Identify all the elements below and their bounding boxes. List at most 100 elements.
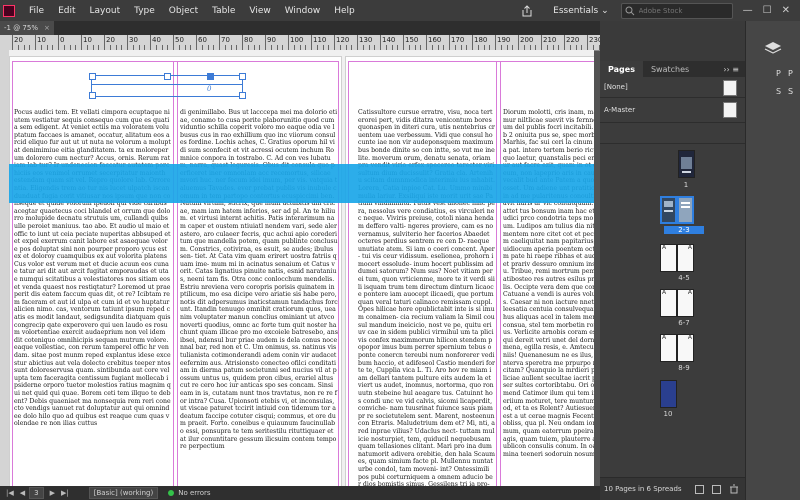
- menu-table[interactable]: Table: [212, 6, 235, 16]
- frame-handle[interactable]: [89, 92, 96, 99]
- first-page-button[interactable]: |◀: [6, 489, 14, 497]
- page-count-label: 10 Pages in 6 Spreads: [604, 485, 682, 493]
- preflight-profile[interactable]: [Basic] (working): [88, 487, 159, 499]
- menu-view[interactable]: View: [249, 6, 270, 16]
- ruler-tick: [35, 35, 36, 50]
- ruler-label: 10: [83, 36, 92, 44]
- cover-art-icon: [679, 151, 694, 177]
- ruler-tick: [104, 35, 105, 50]
- ruler-label: 90: [267, 36, 276, 44]
- pasteboard[interactable]: Pocus audici tem. Et vellati cimpora ecu…: [9, 50, 594, 486]
- frame-anchor-handle[interactable]: [207, 73, 214, 80]
- prev-page-button[interactable]: ◀: [20, 489, 25, 497]
- ruler-tick: [311, 35, 312, 50]
- menu-edit[interactable]: Edit: [58, 6, 75, 16]
- frame-handle[interactable]: [164, 73, 171, 80]
- frame-handle[interactable]: [89, 73, 96, 80]
- panel-label-p[interactable]: P: [788, 69, 793, 78]
- new-page-icon[interactable]: [712, 484, 721, 494]
- master-a-thumbnail[interactable]: [723, 102, 737, 118]
- selected-highlight-band[interactable]: [9, 164, 594, 203]
- master-a-mark: A: [687, 289, 692, 296]
- close-window-button[interactable]: ✕: [782, 5, 790, 16]
- frame-handle[interactable]: [239, 73, 246, 80]
- panel-label-s[interactable]: S: [788, 87, 793, 96]
- page-thumbnail-1[interactable]: [678, 150, 695, 178]
- ruler-label: 170: [451, 36, 465, 44]
- ruler-label: 50: [175, 36, 184, 44]
- ruler-tick: [12, 35, 13, 50]
- adobe-stock-search: [620, 2, 733, 19]
- page-number-field[interactable]: 3: [29, 487, 44, 499]
- page-thumbnail-9[interactable]: A: [677, 334, 694, 362]
- page-thumbnail-4[interactable]: A: [660, 244, 677, 272]
- page-2[interactable]: Pocus audici tem. Et vellati cimpora ecu…: [9, 56, 342, 486]
- menu-file[interactable]: File: [29, 6, 44, 16]
- spread-label-2-3: 2-3: [664, 226, 704, 234]
- spread-art-icon: [662, 198, 675, 222]
- menu-layout[interactable]: Layout: [90, 6, 121, 16]
- tab-swatches[interactable]: Swatches: [643, 61, 697, 77]
- indesign-app-icon[interactable]: [3, 4, 15, 17]
- preflight-ok-icon: [168, 490, 175, 496]
- workspace-label: Essentials: [553, 5, 599, 16]
- search-input[interactable]: [634, 4, 729, 17]
- trash-icon[interactable]: [729, 484, 739, 494]
- share-icon[interactable]: [521, 4, 533, 17]
- properties-icon[interactable]: P: [776, 69, 781, 78]
- master-a-mark: A: [662, 244, 667, 251]
- tab-pages[interactable]: Pages: [600, 61, 643, 77]
- page-thumbnail-5[interactable]: A: [677, 244, 694, 272]
- next-page-button[interactable]: ▶: [50, 489, 55, 497]
- status-bar: |◀ ◀ 3 ▶ ▶| [Basic] (working) No errors: [0, 486, 600, 500]
- ruler-label: 150: [405, 36, 419, 44]
- document-tab-title: -1 @ 75%: [4, 24, 38, 32]
- ruler-tick: [541, 35, 542, 50]
- master-none-thumbnail[interactable]: [723, 80, 737, 96]
- page-thumbnail-7[interactable]: A: [677, 289, 694, 317]
- selected-text-frame[interactable]: 0: [89, 73, 246, 99]
- master-a-mark: A: [662, 289, 667, 296]
- ruler-label: 70: [221, 36, 230, 44]
- master-a[interactable]: A-Master: [600, 98, 745, 123]
- menu-window[interactable]: Window: [285, 6, 321, 16]
- ruler-tick: [426, 35, 427, 50]
- document-tab-bar: -1 @ 75% ×: [0, 21, 600, 35]
- pages-panel-tabs: Pages Swatches ›› ≡: [600, 61, 745, 77]
- menu-help[interactable]: Help: [334, 6, 355, 16]
- menu-type[interactable]: Type: [134, 6, 155, 16]
- ruler-tick: [81, 35, 82, 50]
- menu-object[interactable]: Object: [169, 6, 198, 16]
- spread-label-10: 10: [663, 410, 673, 418]
- edit-page-size-icon[interactable]: [695, 484, 704, 494]
- spread-label-4-5: 4-5: [678, 274, 690, 282]
- document-tab[interactable]: -1 @ 75% ×: [0, 21, 54, 35]
- page-thumbnail-2[interactable]: [660, 196, 677, 224]
- minimize-button[interactable]: —: [743, 5, 753, 16]
- master-none[interactable]: [None]: [600, 77, 745, 98]
- page-thumbnail-3[interactable]: [677, 196, 694, 224]
- ruler-tick: [242, 35, 243, 50]
- frame-handle[interactable]: [239, 92, 246, 99]
- panel-menu-icon[interactable]: ›› ≡: [723, 65, 739, 74]
- master-a-mark: A: [687, 334, 692, 341]
- layers-icon[interactable]: [764, 41, 782, 55]
- page-thumbnail-8[interactable]: A: [660, 334, 677, 362]
- swatches-dock-icon[interactable]: S: [776, 87, 781, 96]
- ruler-label: 110: [313, 36, 327, 44]
- page-thumbnail-6[interactable]: A: [660, 289, 677, 317]
- maximize-button[interactable]: ☐: [763, 5, 772, 16]
- page-3[interactable]: Catissultore cursue erratre, visu, noca …: [345, 56, 594, 486]
- ruler-tick: [265, 35, 266, 50]
- ruler-label: 190: [497, 36, 511, 44]
- chevron-down-icon: ⌄: [601, 5, 609, 16]
- ruler-label: 180: [474, 36, 488, 44]
- preflight-status[interactable]: No errors: [178, 489, 210, 497]
- last-page-button[interactable]: ▶|: [61, 489, 69, 497]
- page-thumbnail-10[interactable]: [660, 380, 677, 408]
- workspace-switcher[interactable]: Essentials ⌄: [553, 6, 608, 16]
- frame-marker-label: 0: [207, 85, 212, 93]
- ruler-label: 40: [152, 36, 161, 44]
- close-tab-icon[interactable]: ×: [44, 24, 50, 32]
- horizontal-ruler[interactable]: 20 10 0 10 20 30 40 50 60 70 80 90 100 110 120 130 140 15…: [0, 35, 600, 51]
